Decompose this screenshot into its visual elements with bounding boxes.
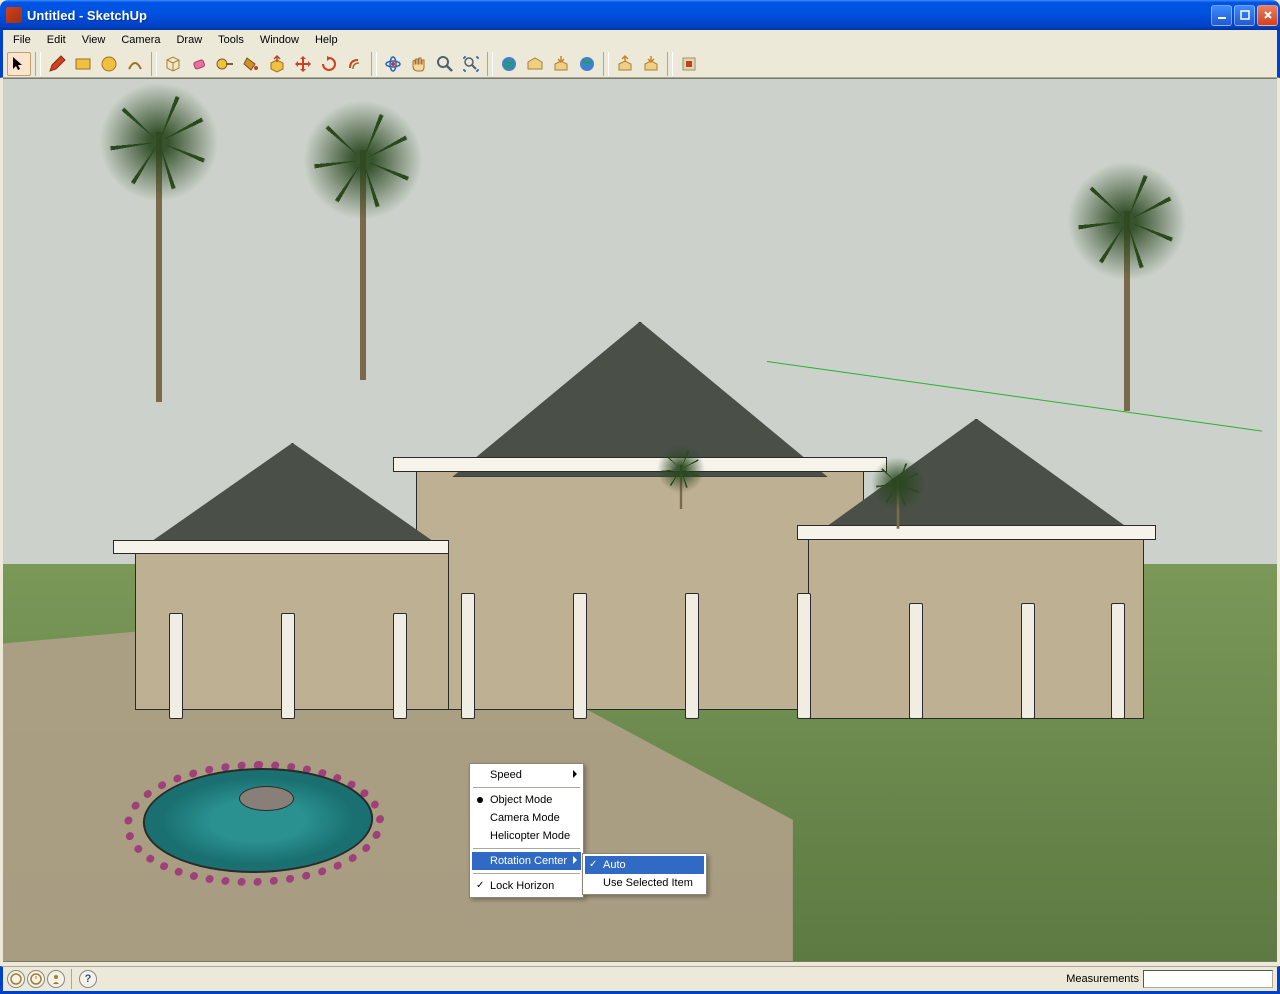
measurements-input[interactable] — [1143, 970, 1273, 988]
scene-house-model — [79, 273, 1200, 758]
check-icon: ✓ — [589, 859, 597, 870]
toolbar-separator — [151, 52, 157, 76]
measurements-label: Measurements — [1066, 973, 1139, 985]
context-submenu: ✓ Auto Use Selected Item — [582, 853, 707, 895]
make-component-tool[interactable] — [161, 52, 185, 76]
toolbar-separator — [35, 52, 41, 76]
rotate-tool[interactable] — [317, 52, 341, 76]
zoom-extents-tool[interactable] — [459, 52, 483, 76]
preview-ge-tool[interactable] — [575, 52, 599, 76]
status-profile-button[interactable] — [47, 970, 65, 988]
menu-file[interactable]: File — [5, 32, 39, 48]
ctx-label: Camera Mode — [490, 812, 560, 824]
ctx-camera-mode[interactable]: Camera Mode — [472, 809, 581, 827]
ctx-rotation-center[interactable]: Rotation Center — [472, 852, 581, 870]
scene-palm-tree — [360, 150, 366, 380]
menu-edit[interactable]: Edit — [39, 32, 74, 48]
submenu-arrow-icon — [573, 770, 577, 778]
close-button[interactable] — [1257, 5, 1278, 26]
ctx-label: Object Mode — [490, 794, 552, 806]
toolbar-separator — [667, 52, 673, 76]
ctx-object-mode[interactable]: Object Mode — [472, 791, 581, 809]
menu-view[interactable]: View — [74, 32, 114, 48]
ctx-helicopter-mode[interactable]: Helicopter Mode — [472, 827, 581, 845]
status-separator — [71, 969, 73, 989]
scene-palm-tree — [1124, 211, 1130, 411]
ctx-sub-use-selected[interactable]: Use Selected Item — [585, 874, 704, 892]
get-current-view-tool[interactable] — [497, 52, 521, 76]
toolbar-separator — [487, 52, 493, 76]
eraser-tool[interactable] — [187, 52, 211, 76]
ctx-speed[interactable]: Speed — [472, 766, 581, 784]
ctx-lock-horizon[interactable]: ✓ Lock Horizon — [472, 877, 581, 895]
context-menu: Speed Object Mode Camera Mode Helicopter… — [469, 763, 584, 898]
scene-palm-tree — [156, 132, 162, 402]
get-models-tool[interactable] — [613, 52, 637, 76]
ctx-sub-auto[interactable]: ✓ Auto — [585, 856, 704, 874]
circle-tool[interactable] — [97, 52, 121, 76]
menu-help[interactable]: Help — [307, 32, 346, 48]
toolbar-separator — [371, 52, 377, 76]
ctx-label: Helicopter Mode — [490, 830, 570, 842]
window-titlebar: Untitled - SketchUp — [0, 0, 1280, 30]
scene-fountain-center — [239, 786, 294, 811]
paint-bucket-tool[interactable] — [239, 52, 263, 76]
scene-palm-tree — [896, 480, 899, 530]
submenu-arrow-icon — [573, 856, 577, 864]
window-title: Untitled - SketchUp — [27, 8, 1211, 23]
toolbar-separator — [603, 52, 609, 76]
orbit-tool[interactable] — [381, 52, 405, 76]
ctx-separator — [473, 787, 580, 788]
menubar: File Edit View Camera Draw Tools Window … — [0, 30, 1280, 50]
ctx-label: Speed — [490, 769, 522, 781]
minimize-button[interactable] — [1211, 5, 1232, 26]
status-help-button[interactable]: ? — [79, 970, 97, 988]
toggle-terrain-tool[interactable] — [523, 52, 547, 76]
rectangle-tool[interactable] — [71, 52, 95, 76]
menu-draw[interactable]: Draw — [168, 32, 210, 48]
ctx-label: Rotation Center — [490, 855, 567, 867]
pan-tool[interactable] — [407, 52, 431, 76]
menu-tools[interactable]: Tools — [210, 32, 252, 48]
app-icon — [6, 7, 22, 23]
pencil-tool[interactable] — [45, 52, 69, 76]
extension-tool[interactable] — [677, 52, 701, 76]
tape-measure-tool[interactable] — [213, 52, 237, 76]
toolbar — [0, 50, 1280, 78]
arc-tool[interactable] — [123, 52, 147, 76]
menu-window[interactable]: Window — [252, 32, 307, 48]
ctx-separator — [473, 848, 580, 849]
move-tool[interactable] — [291, 52, 315, 76]
menu-camera[interactable]: Camera — [113, 32, 168, 48]
ctx-label: Use Selected Item — [603, 877, 693, 889]
radio-icon — [477, 797, 483, 803]
scene-palm-tree — [680, 465, 682, 509]
viewport-3d[interactable]: Speed Object Mode Camera Mode Helicopter… — [3, 78, 1277, 962]
statusbar: ? Measurements — [0, 966, 1280, 994]
check-icon: ✓ — [476, 880, 484, 891]
status-credits-button[interactable] — [27, 970, 45, 988]
status-geo-button[interactable] — [7, 970, 25, 988]
ctx-separator — [473, 873, 580, 874]
select-tool[interactable] — [7, 52, 31, 76]
maximize-button[interactable] — [1234, 5, 1255, 26]
ctx-label: Lock Horizon — [490, 880, 554, 892]
share-model-tool[interactable] — [639, 52, 663, 76]
offset-tool[interactable] — [343, 52, 367, 76]
push-pull-tool[interactable] — [265, 52, 289, 76]
ctx-label: Auto — [603, 859, 626, 871]
zoom-tool[interactable] — [433, 52, 457, 76]
place-model-tool[interactable] — [549, 52, 573, 76]
